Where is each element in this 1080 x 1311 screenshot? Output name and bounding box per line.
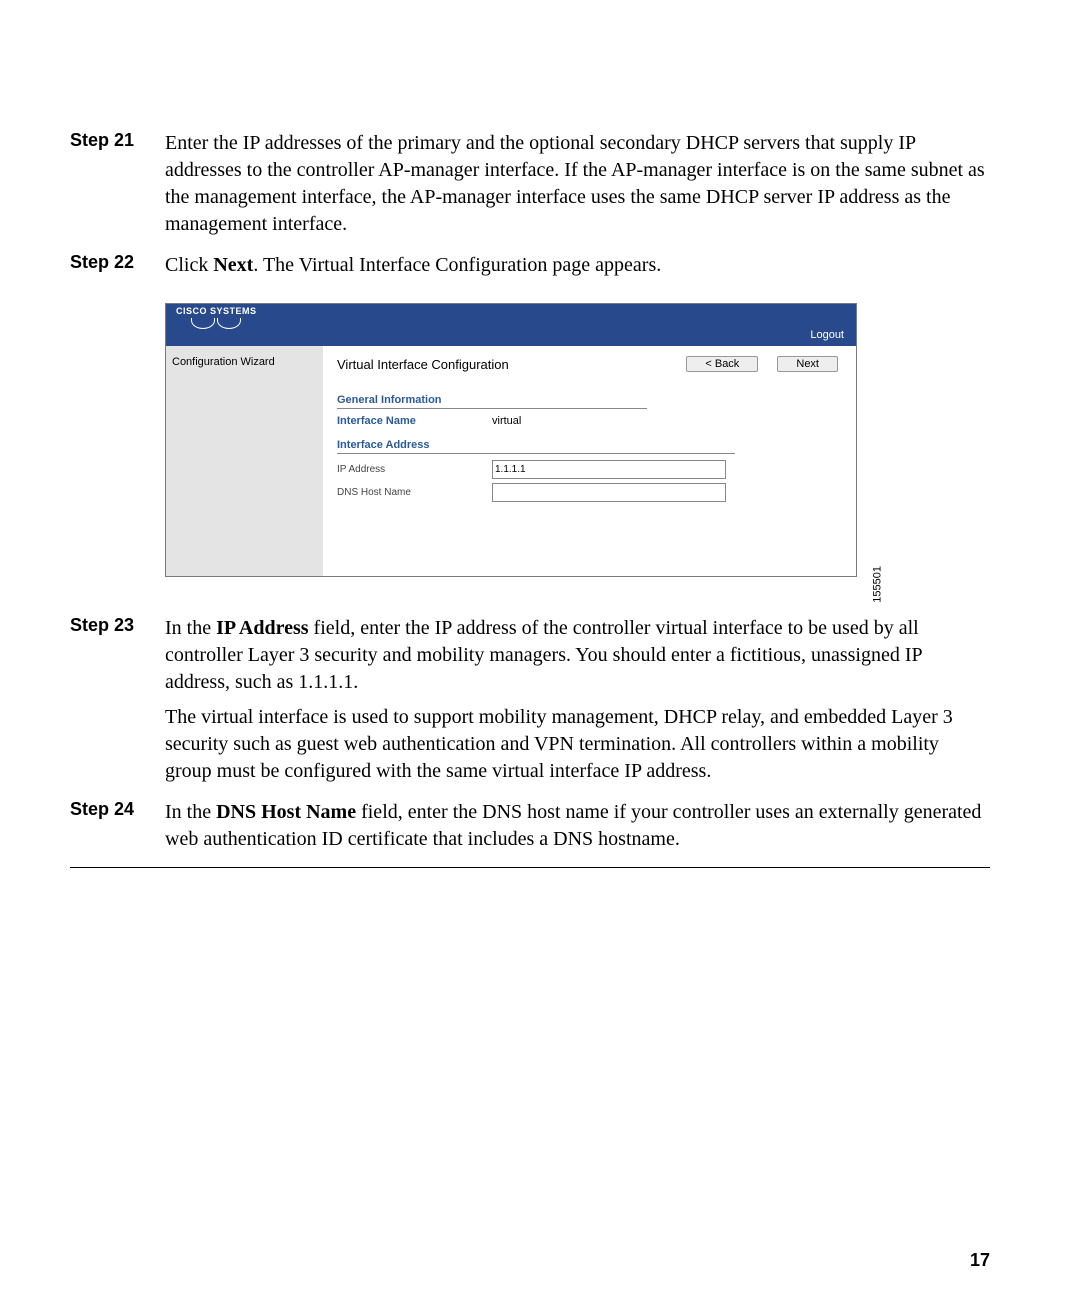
step-body: In the IP Address field, enter the IP ad… [165, 615, 990, 793]
section-general-information: General Information [337, 394, 647, 409]
wizard-sidebar: Configuration Wizard [166, 346, 323, 576]
figure-virtual-interface-config: CISCO SYSTEMS Logout Configuration Wizar… [165, 303, 990, 577]
step-body: Enter the IP addresses of the primary an… [165, 130, 990, 246]
step-24-text: In the DNS Host Name field, enter the DN… [165, 799, 990, 853]
step-23-p1: In the IP Address field, enter the IP ad… [165, 615, 990, 696]
wizard-page-title: Virtual Interface Configuration [337, 357, 509, 372]
page-number: 17 [970, 1250, 990, 1271]
step-23-p2: The virtual interface is used to support… [165, 704, 990, 785]
ip-address-row: IP Address [337, 460, 838, 479]
next-button[interactable]: Next [777, 356, 838, 372]
ip-address-label: IP Address [337, 464, 492, 475]
sidebar-title: Configuration Wizard [172, 356, 317, 368]
step-23: Step 23 In the IP Address field, enter t… [70, 615, 990, 793]
back-button[interactable]: < Back [686, 356, 758, 372]
dns-host-name-row: DNS Host Name [337, 483, 838, 502]
cisco-logo: CISCO SYSTEMS [176, 307, 257, 329]
step-body: In the DNS Host Name field, enter the DN… [165, 799, 990, 861]
wizard-header-bar: CISCO SYSTEMS Logout [166, 304, 856, 346]
interface-name-label: Interface Name [337, 415, 492, 427]
step-22: Step 22 Click Next. The Virtual Interfac… [70, 252, 990, 287]
ip-address-input[interactable] [492, 460, 726, 479]
dns-host-name-input[interactable] [492, 483, 726, 502]
step-22-text: Click Next. The Virtual Interface Config… [165, 252, 990, 279]
step-21: Step 21 Enter the IP addresses of the pr… [70, 130, 990, 246]
step-label: Step 23 [70, 615, 165, 636]
divider [70, 867, 990, 868]
step-21-text: Enter the IP addresses of the primary an… [165, 130, 990, 238]
step-24: Step 24 In the DNS Host Name field, ente… [70, 799, 990, 861]
logout-link[interactable]: Logout [810, 329, 844, 341]
step-label: Step 24 [70, 799, 165, 820]
step-body: Click Next. The Virtual Interface Config… [165, 252, 990, 287]
interface-name-value: virtual [492, 415, 521, 427]
step-label: Step 21 [70, 130, 165, 151]
cisco-bridge-icon [176, 318, 257, 329]
figure-id-number: 155501 [872, 566, 884, 603]
config-wizard-window: CISCO SYSTEMS Logout Configuration Wizar… [165, 303, 857, 577]
step-label: Step 22 [70, 252, 165, 273]
wizard-main: Virtual Interface Configuration < Back N… [323, 346, 856, 576]
section-interface-address: Interface Address [337, 439, 735, 454]
dns-host-name-label: DNS Host Name [337, 487, 492, 498]
interface-name-row: Interface Name virtual [337, 415, 838, 427]
